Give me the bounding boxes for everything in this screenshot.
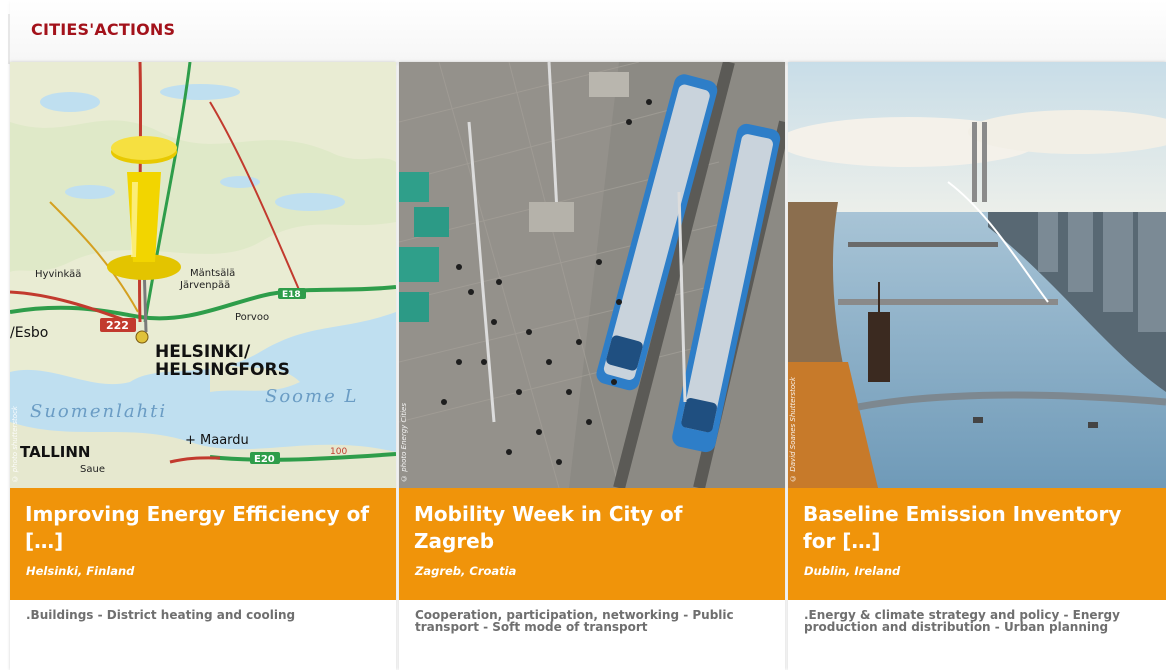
card-banner[interactable]: Baseline Emission Inventory for […] Dubl…: [788, 488, 1166, 600]
svg-text:Porvoo: Porvoo: [235, 312, 269, 323]
card-tags: .Energy & climate strategy and policy - …: [804, 608, 1120, 634]
action-card-zagreb[interactable]: © photo Energy Cities Mobility Week in C…: [399, 62, 785, 670]
card-banner[interactable]: Improving Energy Efficiency of […] Helsi…: [10, 488, 396, 600]
card-title[interactable]: Improving Energy Efficiency of […]: [25, 501, 375, 555]
photo-credit: © David Soanes Shutterstock: [789, 377, 797, 482]
svg-text:Saue: Saue: [80, 464, 105, 475]
map-label-helsingfors: HELSINGFORS: [155, 360, 290, 380]
card-photo-dublin-river[interactable]: © David Soanes Shutterstock: [788, 62, 1166, 488]
action-card-helsinki[interactable]: HELSINKI/ HELSINGFORS /Esbo TALLINN + Ma…: [10, 62, 396, 670]
svg-text:Suomenlahti: Suomenlahti: [30, 401, 167, 422]
svg-text:/Esbo: /Esbo: [10, 325, 48, 341]
svg-text:Soome L: Soome L: [265, 386, 358, 407]
card-photo-zagreb-square[interactable]: © photo Energy Cities: [399, 62, 785, 488]
svg-text:222: 222: [106, 319, 129, 332]
map-illustration: HELSINKI/ HELSINGFORS /Esbo TALLINN + Ma…: [10, 62, 396, 488]
photo-credit: © photo shutterstock: [11, 405, 19, 482]
svg-text:Järvenpää: Järvenpää: [179, 280, 230, 291]
card-location: Dublin, Ireland: [804, 564, 901, 578]
svg-text:TALLINN: TALLINN: [20, 443, 90, 461]
square-trams-illustration: [399, 62, 785, 488]
map-label-helsinki: HELSINKI/: [155, 342, 251, 362]
card-title[interactable]: Baseline Emission Inventory for […]: [803, 501, 1153, 555]
river-city-illustration: [788, 62, 1166, 488]
card-tags: .Buildings - District heating and coolin…: [26, 608, 296, 622]
cities-actions-page: CITIES'ACTIONS HELSINKI/ HELSINGFORS /Es…: [0, 0, 1166, 670]
svg-text:Mäntsälä: Mäntsälä: [190, 268, 235, 279]
card-title[interactable]: Mobility Week in City of Zagreb: [414, 501, 764, 555]
svg-text:+ Maardu: + Maardu: [185, 433, 249, 448]
card-location: Helsinki, Finland: [26, 564, 135, 578]
card-banner[interactable]: Mobility Week in City of Zagreb Zagreb, …: [399, 488, 785, 600]
left-rule: [8, 14, 10, 64]
svg-text:E20: E20: [254, 454, 275, 465]
svg-text:E18: E18: [282, 290, 301, 300]
section-header: CITIES'ACTIONS: [10, 0, 1166, 62]
section-title: CITIES'ACTIONS: [31, 20, 176, 39]
card-tags: Cooperation, participation, networking -…: [415, 608, 734, 634]
card-photo-helsinki-map[interactable]: HELSINKI/ HELSINGFORS /Esbo TALLINN + Ma…: [10, 62, 396, 488]
svg-text:Hyvinkää: Hyvinkää: [35, 269, 81, 280]
svg-text:100: 100: [330, 447, 347, 457]
photo-credit: © photo Energy Cities: [400, 403, 408, 482]
card-location: Zagreb, Croatia: [415, 564, 517, 578]
action-card-dublin[interactable]: © David Soanes Shutterstock Baseline Emi…: [788, 62, 1166, 670]
